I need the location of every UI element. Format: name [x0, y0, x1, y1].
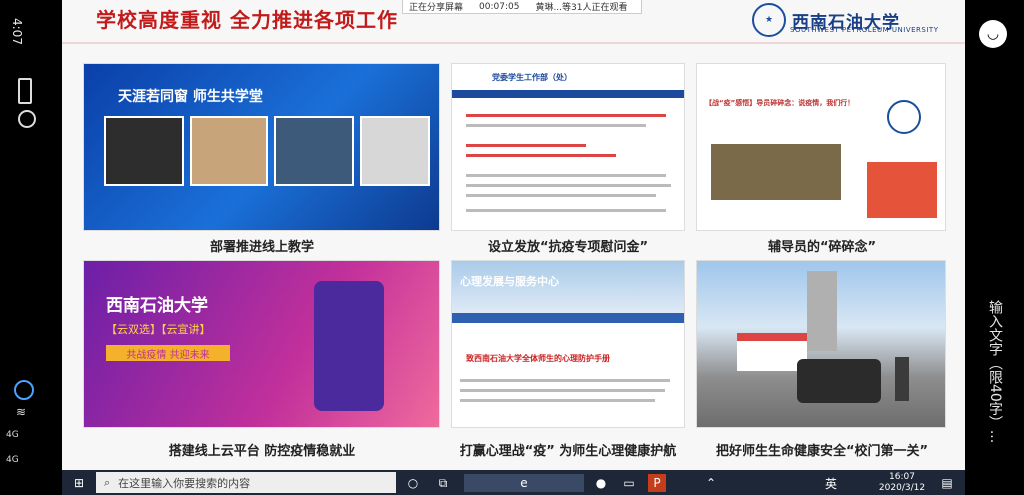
- powerpoint-icon[interactable]: P: [648, 474, 666, 492]
- webpage-title: 【战“疫”感悟】导员碎碎念：说疫情，我们行！: [705, 99, 855, 107]
- text-line: [460, 379, 670, 382]
- phone-time: 4:07: [10, 18, 24, 45]
- wechat-icon[interactable]: ●: [592, 474, 610, 492]
- caption-1: 部署推进线上教学: [209, 240, 314, 255]
- caption-3: 辅导员的“碎碎念”: [767, 240, 877, 255]
- card-cloud-platform: 西南石油大学 【云双选】【云宣讲】 共战疫情 共迎未来: [83, 260, 440, 428]
- teacher-photo-4: [360, 116, 430, 186]
- relief-fund-webpage: 党委学生工作部（处）: [451, 63, 685, 231]
- teacher-photo-3: [274, 116, 354, 186]
- card-counselor: 【战“疫”感悟】导员碎碎念：说疫情，我们行！: [696, 63, 946, 231]
- car: [797, 359, 881, 403]
- signal-indicator: 4G: [6, 430, 19, 440]
- card-online-teaching: 天涯若同窗 师生共学堂: [83, 63, 440, 231]
- building: [807, 271, 837, 351]
- share-status: 正在分享屏幕: [409, 3, 464, 13]
- caption-6: 把好师生生命健康安全“校门第一关”: [715, 444, 929, 459]
- cortana-icon[interactable]: ○: [404, 474, 422, 492]
- nav-bar: [452, 313, 684, 323]
- text-line: [466, 184, 671, 187]
- teacher-photo-1: [104, 116, 184, 186]
- phone-status-bar: 4:07 ≋ 4G 4G: [0, 0, 62, 495]
- search-placeholder: 在这里输入你要搜索的内容: [118, 476, 251, 490]
- card-banner: 天涯若同窗 师生共学堂: [118, 89, 263, 105]
- seal-icon: [887, 100, 921, 134]
- card-campus-gate: [696, 260, 946, 428]
- poster-subtitle: 【云双选】【云宣讲】: [106, 323, 211, 336]
- text-line: [466, 174, 666, 177]
- caption-5: 打赢心理战“疫” 为师生心理健康护航: [459, 444, 677, 459]
- slide-title: 学校高度重视 全力推进各项工作: [96, 8, 398, 32]
- poster-tag: 共战疫情 共迎未来: [106, 345, 230, 361]
- article-title: 致西南石油大学全体师生的心理防护手册: [466, 354, 610, 363]
- counselor-webpage: 【战“疫”感悟】导员碎碎念：说疫情，我们行！: [696, 63, 946, 231]
- windows-start-icon[interactable]: ⊞: [70, 474, 88, 492]
- teacher-photo-2: [190, 116, 268, 186]
- annotation-tool-icon[interactable]: ◡: [979, 20, 1007, 48]
- poster-image: [867, 162, 937, 218]
- system-tray-icon[interactable]: ⌃: [702, 474, 720, 492]
- signal-indicator-2: 4G: [6, 455, 19, 465]
- search-icon: ⌕: [104, 475, 111, 489]
- text-line: [466, 144, 586, 147]
- annotation-input[interactable]: 输入文字（限40字）...: [985, 300, 1005, 480]
- text-line: [466, 154, 616, 157]
- guard: [895, 357, 909, 401]
- text-line: [466, 114, 666, 117]
- logo-subtitle: SOUTHWEST PETROLEUM UNIVERSITY: [790, 26, 939, 34]
- text-line: [466, 209, 666, 212]
- presentation-slide: 学校高度重视 全力推进各项工作 正在分享屏幕 00:07:05 黄琳...等31…: [62, 0, 965, 470]
- seal-icon: ★: [752, 3, 786, 37]
- wifi-icon: ≋: [16, 405, 27, 419]
- poster-title: 西南石油大学: [106, 296, 208, 316]
- edge-icon: e: [520, 476, 528, 490]
- caption-2: 设立发放“抗疫专项慰问金”: [487, 240, 649, 255]
- clock-date: 2020/3/12: [878, 483, 926, 493]
- browser-taskbar-item[interactable]: e: [464, 474, 584, 492]
- folder-icon[interactable]: ▭: [620, 474, 638, 492]
- viewer-count: 黄琳...等31人正在观看: [535, 3, 628, 13]
- phone-side-panel: ◡ 输入文字（限40字）...: [965, 0, 1024, 495]
- battery-icon: [18, 78, 32, 104]
- notification-icon[interactable]: ▤: [938, 474, 956, 492]
- card-relief-fund: 党委学生工作部（处）: [451, 63, 685, 231]
- screen-share-bar[interactable]: 正在分享屏幕 00:07:05 黄琳...等31人正在观看: [402, 0, 642, 14]
- header-divider: [62, 42, 965, 44]
- task-view-icon[interactable]: ⧉: [434, 474, 452, 492]
- text-line: [460, 389, 665, 392]
- webpage-header: 党委学生工作部（处）: [452, 64, 684, 98]
- taskbar-clock[interactable]: 16:07 2020/3/12: [872, 472, 932, 494]
- online-teaching-image: 天涯若同窗 师生共学堂: [83, 63, 440, 231]
- alarm-icon: [18, 110, 36, 128]
- campus-gate-photo: [696, 260, 946, 428]
- vpn-icon: [14, 380, 34, 400]
- webpage-title: 心理发展与服务中心: [460, 275, 559, 288]
- webpage-title: 党委学生工作部（处）: [492, 73, 572, 82]
- university-logo: ★ 西南石油大学 SOUTHWEST PETROLEUM UNIVERSITY: [752, 2, 952, 38]
- cloud-platform-poster: 西南石油大学 【云双选】【云宣讲】 共战疫情 共迎未来: [83, 260, 440, 428]
- news-photo: [711, 144, 841, 200]
- text-line: [460, 399, 655, 402]
- psych-support-webpage: 心理发展与服务中心 致西南石油大学全体师生的心理防护手册: [451, 260, 685, 428]
- taskbar-search[interactable]: ⌕ 在这里输入你要搜索的内容: [96, 472, 396, 493]
- phone-illustration: [314, 281, 384, 411]
- clock-time: 16:07: [889, 472, 915, 482]
- ime-indicator[interactable]: 英: [822, 474, 840, 492]
- text-line: [466, 124, 646, 127]
- windows-taskbar: ⊞ ⌕ 在这里输入你要搜索的内容 ○ ⧉ e ● ▭ P ⌃ 英 16:07 2…: [62, 470, 965, 495]
- caption-4: 搭建线上云平台 防控疫情稳就业: [168, 444, 356, 459]
- share-timer: 00:07:05: [479, 1, 520, 12]
- card-psych-support: 心理发展与服务中心 致西南石油大学全体师生的心理防护手册: [451, 260, 685, 428]
- text-line: [466, 194, 656, 197]
